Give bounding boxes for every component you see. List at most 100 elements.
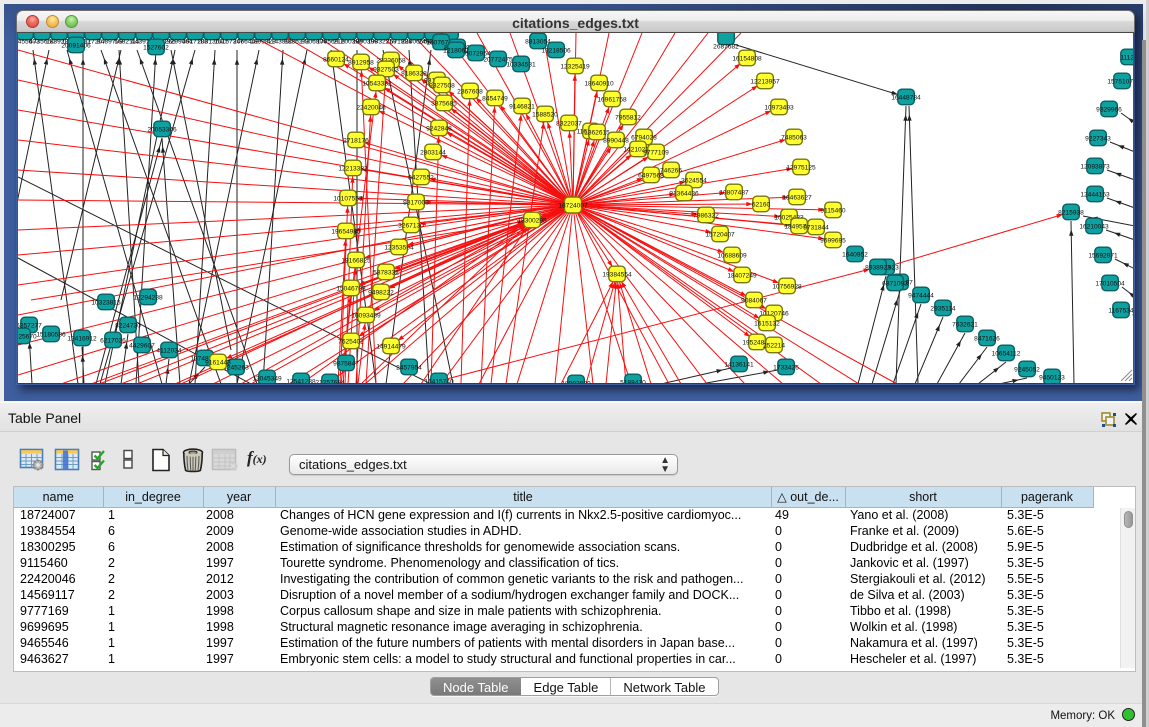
svg-text:12325419: 12325419: [560, 63, 590, 70]
svg-text:1588520: 1588520: [532, 111, 558, 118]
svg-text:8322037: 8322037: [556, 120, 582, 127]
svg-text:15720407: 15720407: [705, 231, 735, 238]
svg-text:18640910: 18640910: [584, 80, 614, 87]
svg-text:15180586: 15180586: [36, 331, 66, 338]
svg-text:16093489: 16093489: [351, 312, 381, 319]
svg-text:10807487: 10807487: [719, 189, 749, 196]
svg-text:8454749: 8454749: [482, 95, 508, 102]
svg-text:8427552: 8427552: [408, 174, 434, 181]
svg-text:5188470: 5188470: [620, 379, 646, 384]
svg-text:8813054: 8813054: [525, 38, 551, 45]
svg-text:2718176: 2718176: [343, 137, 369, 144]
svg-text:10654112: 10654112: [992, 350, 1021, 357]
svg-text:7955812: 7955812: [615, 114, 641, 121]
svg-text:9450123: 9450123: [1039, 374, 1065, 381]
svg-text:11120: 11120: [1120, 54, 1134, 61]
svg-text:7485063: 7485063: [781, 134, 807, 141]
svg-text:14136141: 14136141: [724, 361, 754, 368]
svg-text:8660124: 8660124: [323, 56, 349, 63]
svg-text:62160: 62160: [752, 201, 771, 208]
svg-text:13045349: 13045349: [252, 375, 282, 382]
svg-text:10543382: 10543382: [362, 80, 392, 87]
svg-text:8938923: 8938923: [865, 264, 891, 271]
svg-text:7986322: 7986322: [693, 212, 719, 219]
svg-text:1733426: 1733426: [773, 364, 799, 371]
svg-text:1362615: 1362615: [584, 129, 610, 136]
svg-text:21364436: 21364436: [669, 190, 699, 197]
svg-text:1640952: 1640952: [842, 251, 868, 258]
svg-text:1167534: 1167534: [1108, 307, 1134, 314]
svg-text:12541238: 12541238: [286, 378, 316, 384]
svg-text:15751074: 15751074: [1107, 78, 1134, 85]
svg-text:2367608: 2367608: [457, 88, 483, 95]
svg-text:12416912: 12416912: [67, 335, 97, 342]
svg-text:3267130: 3267130: [398, 222, 424, 229]
svg-text:2687682: 2687682: [713, 44, 739, 51]
svg-text:8186328: 8186328: [401, 70, 427, 77]
svg-text:12093873: 12093873: [1080, 163, 1110, 170]
svg-text:10756928: 10756928: [772, 283, 802, 290]
svg-text:18724007: 18724007: [558, 202, 588, 209]
svg-text:16210043: 16210043: [1079, 223, 1109, 230]
svg-text:19384554: 19384554: [602, 271, 632, 278]
svg-text:9146821: 9146821: [509, 103, 535, 110]
svg-text:16448784: 16448784: [891, 94, 921, 101]
svg-text:18407249: 18407249: [727, 272, 757, 279]
svg-text:1218062: 1218062: [443, 47, 469, 54]
svg-text:7625402: 7625402: [338, 338, 364, 345]
svg-text:10107553: 10107553: [333, 195, 363, 202]
svg-text:12353594: 12353594: [384, 244, 414, 251]
svg-text:12975125: 12975125: [786, 164, 816, 171]
svg-text:18992829: 18992829: [561, 380, 591, 384]
svg-text:16415740: 16415740: [424, 378, 454, 384]
svg-text:6217026: 6217026: [100, 337, 126, 344]
svg-text:9777109: 9777109: [643, 149, 669, 156]
svg-text:19654985: 19654985: [331, 228, 361, 235]
svg-text:9327508: 9327508: [429, 82, 455, 89]
svg-text:12444153: 12444153: [1080, 191, 1110, 198]
svg-text:1615132: 1615132: [754, 320, 780, 327]
svg-text:3624554: 3624554: [681, 177, 707, 184]
svg-text:10334531: 10334531: [506, 61, 536, 68]
svg-text:8224730: 8224730: [115, 322, 141, 329]
svg-text:8215938: 8215938: [1058, 209, 1084, 216]
svg-text:12213382: 12213382: [338, 165, 368, 172]
svg-text:14914479: 14914479: [376, 343, 406, 350]
svg-text:8990448: 8990448: [603, 137, 629, 144]
svg-text:15046708: 15046708: [336, 285, 366, 292]
svg-text:6497568: 6497568: [638, 172, 664, 179]
svg-text:2803144: 2803144: [420, 149, 446, 156]
svg-text:9875847: 9875847: [333, 360, 359, 367]
svg-text:10688609: 10688609: [717, 252, 747, 259]
svg-text:9699695: 9699695: [820, 237, 846, 244]
svg-text:9498222: 9498222: [368, 289, 394, 296]
svg-text:9242848: 9242848: [426, 125, 452, 132]
svg-text:10323815: 10323815: [91, 299, 121, 306]
svg-text:10973493: 10973493: [764, 104, 794, 111]
svg-text:8912958: 8912958: [348, 59, 374, 66]
svg-text:9161443: 9161443: [205, 359, 231, 366]
svg-text:12213957: 12213957: [750, 78, 780, 85]
svg-text:5878332: 5878332: [373, 269, 399, 276]
svg-text:2457954: 2457954: [396, 364, 422, 371]
svg-text:24425670: 24425670: [18, 333, 37, 340]
svg-text:18300295: 18300295: [517, 217, 547, 224]
svg-text:16961758: 16961758: [597, 96, 627, 103]
svg-text:4112034: 4112034: [156, 347, 182, 354]
svg-text:9227343: 9227343: [1085, 135, 1111, 142]
svg-text:1527602: 1527602: [143, 44, 169, 51]
svg-text:9474444: 9474444: [908, 292, 934, 299]
svg-text:9084067: 9084067: [741, 297, 767, 304]
svg-text:19166825: 19166825: [341, 257, 371, 264]
svg-text:9245052: 9245052: [1014, 366, 1040, 373]
svg-text:21257684: 21257684: [315, 379, 345, 384]
svg-text:22420046: 22420046: [356, 104, 386, 111]
svg-text:19218506: 19218506: [541, 47, 571, 54]
svg-text:16154808: 16154808: [732, 55, 762, 62]
svg-text:12294238: 12294238: [133, 294, 163, 301]
svg-text:9317006: 9317006: [403, 199, 429, 206]
svg-text:252214: 252214: [763, 342, 785, 349]
svg-text:6871093: 6871093: [882, 280, 908, 287]
svg-text:8471626: 8471626: [974, 335, 1000, 342]
svg-text:9731844: 9731844: [803, 224, 829, 231]
